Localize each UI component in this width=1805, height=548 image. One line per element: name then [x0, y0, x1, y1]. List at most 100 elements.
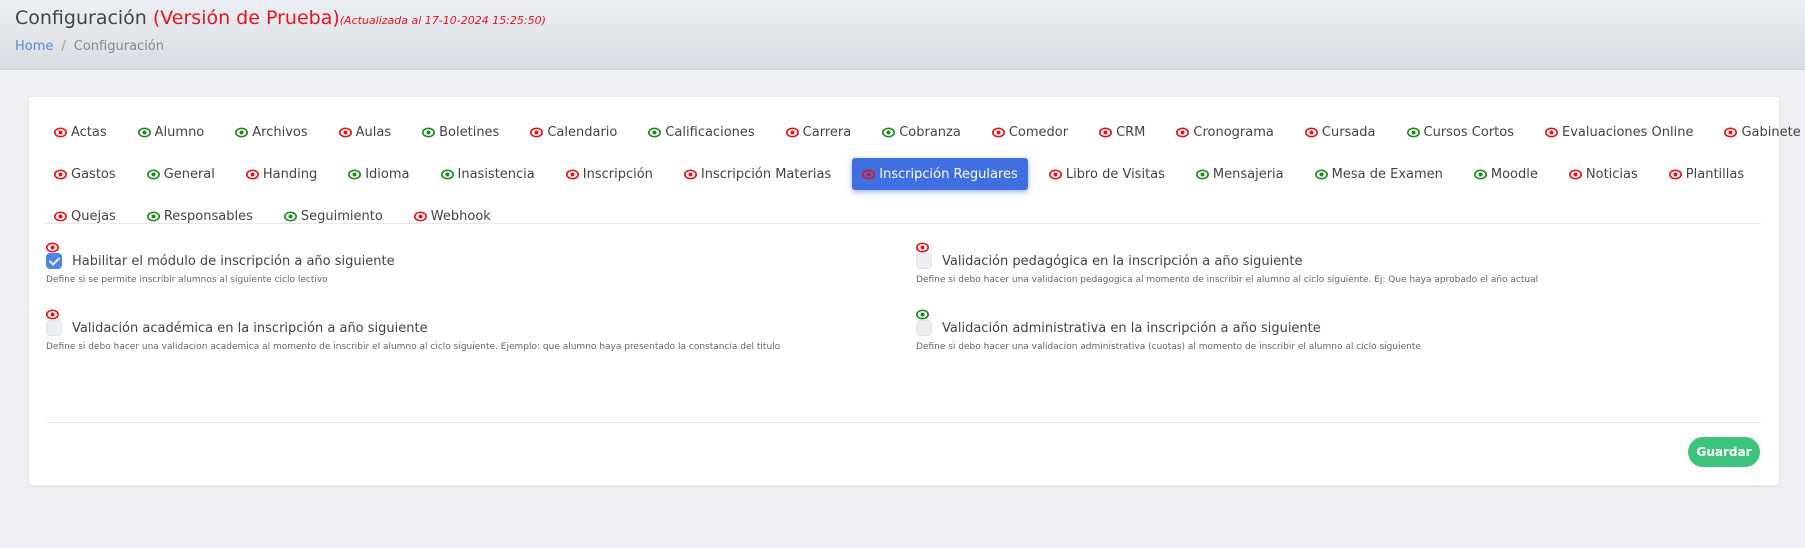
breadcrumb-separator: /	[61, 39, 66, 54]
tab-inscripcion-materias[interactable]: Inscripción Materias	[674, 158, 841, 190]
eye-icon	[1568, 168, 1582, 180]
tab-label: Carrera	[802, 124, 852, 140]
tab-plantillas[interactable]: Plantillas	[1659, 158, 1754, 190]
enable-module-checkbox[interactable]	[46, 253, 62, 269]
tab-label: Cursada	[1321, 124, 1376, 140]
check-icon	[48, 257, 60, 265]
eye-icon	[1545, 126, 1558, 138]
title-row: Configuración (Versión de Prueba)(Actuali…	[15, 7, 546, 29]
eye-icon	[45, 305, 906, 320]
tab-label: Gastos	[71, 166, 116, 182]
eye-icon	[245, 168, 259, 180]
tab-inasistencia[interactable]: Inasistencia	[431, 158, 545, 190]
tab-archivos[interactable]: Archivos	[225, 116, 317, 148]
eye-icon	[648, 126, 662, 138]
eye-icon	[235, 126, 249, 138]
eye-icon	[146, 168, 160, 180]
page-title: Configuración	[15, 7, 147, 29]
option-description: Define si debo hacer una validacion admi…	[916, 342, 1421, 352]
tab-mesa-de-examen[interactable]: Mesa de Examen	[1305, 158, 1453, 190]
tab-quejas[interactable]: Quejas	[44, 200, 126, 232]
eye-icon	[1406, 126, 1420, 138]
tab-carrera[interactable]: Carrera	[776, 116, 862, 148]
pedagogical-validation-checkbox[interactable]	[916, 253, 932, 269]
tab-label: Alumno	[154, 124, 205, 140]
tab-moodle[interactable]: Moodle	[1464, 158, 1548, 190]
tab-cursada[interactable]: Cursada	[1295, 116, 1386, 148]
tab-label: Idioma	[365, 166, 410, 182]
eye-icon	[882, 126, 896, 138]
tab-calendario[interactable]: Calendario	[520, 116, 627, 148]
eye-icon	[413, 210, 427, 222]
tab-webhook[interactable]: Webhook	[404, 200, 501, 232]
tab-noticias[interactable]: Noticias	[1559, 158, 1648, 190]
tab-cobranza[interactable]: Cobranza	[872, 116, 971, 148]
updated-label: (Actualizada al 17-10-2024 15:25:50)	[339, 14, 546, 27]
tab-responsables[interactable]: Responsables	[137, 200, 263, 232]
eye-icon	[915, 238, 1776, 253]
tab-label: Libro de Visitas	[1065, 166, 1165, 182]
tab-label: Calificaciones	[665, 124, 755, 140]
academic-validation-checkbox[interactable]	[46, 320, 62, 336]
tab-cronograma[interactable]: Cronograma	[1166, 116, 1283, 148]
tab-label: Comedor	[1008, 124, 1069, 140]
tab-inscripcion[interactable]: Inscripción	[556, 158, 663, 190]
tab-calificaciones[interactable]: Calificaciones	[638, 116, 764, 148]
eye-icon	[1314, 168, 1328, 180]
tab-label: Boletines	[439, 124, 500, 140]
eye-icon	[1304, 126, 1318, 138]
tab-label: Webhook	[430, 208, 491, 224]
tab-label: Gabinete	[1741, 124, 1801, 140]
tab-inscripcion-regulares[interactable]: Inscripción Regulares	[852, 158, 1028, 190]
option-habilitar-modulo: Habilitar el módulo de inscripción a año…	[45, 238, 906, 285]
tab-handing[interactable]: Handing	[236, 158, 327, 190]
eye-icon	[283, 210, 297, 222]
breadcrumb-home-link[interactable]: Home	[15, 39, 53, 54]
tab-label: Cronograma	[1193, 124, 1274, 140]
tab-label: Cursos Cortos	[1423, 124, 1515, 140]
tab-general[interactable]: General	[137, 158, 225, 190]
tab-label: Aulas	[355, 124, 392, 140]
tab-label: Plantillas	[1685, 166, 1745, 182]
divider-top	[45, 223, 1761, 224]
tab-seguimiento[interactable]: Seguimiento	[274, 200, 393, 232]
administrative-validation-checkbox[interactable]	[916, 320, 932, 336]
tab-actas[interactable]: Actas	[44, 116, 117, 148]
option-validacion-academica: Validación académica en la inscripción a…	[45, 305, 906, 352]
tab-label: Quejas	[71, 208, 116, 224]
tab-row-3: Quejas Responsables Seguimiento Webhook	[44, 200, 1759, 232]
divider-bottom	[45, 422, 1761, 423]
tab-label: Inscripción Regulares	[879, 166, 1018, 182]
tab-crm[interactable]: CRM	[1089, 116, 1155, 148]
tab-label: Noticias	[1585, 166, 1638, 182]
eye-icon	[1724, 126, 1738, 138]
tab-alumno[interactable]: Alumno	[128, 116, 215, 148]
tab-label: Mesa de Examen	[1331, 166, 1443, 182]
tab-gabinete[interactable]: Gabinete	[1714, 116, 1805, 148]
option-description: Define si debo hacer una validacion peda…	[916, 275, 1539, 285]
eye-icon	[1099, 126, 1113, 138]
eye-icon	[54, 168, 67, 180]
tab-mensajeria[interactable]: Mensajeria	[1186, 158, 1294, 190]
eye-icon	[862, 168, 876, 180]
tab-aulas[interactable]: Aulas	[329, 116, 401, 148]
tab-row-2: Gastos General Handing Idioma Inasistencia In…	[44, 158, 1759, 190]
eye-icon	[1048, 168, 1062, 180]
eye-icon	[991, 126, 1005, 138]
eye-icon	[45, 238, 906, 253]
tab-label: Inscripción Materias	[700, 166, 832, 182]
eye-icon	[785, 126, 799, 138]
tab-idioma[interactable]: Idioma	[338, 158, 419, 190]
tab-boletines[interactable]: Boletines	[412, 116, 509, 148]
tab-cursos-cortos[interactable]: Cursos Cortos	[1397, 116, 1525, 148]
eye-icon	[54, 126, 67, 138]
tab-label: Actas	[71, 124, 107, 140]
save-button[interactable]: Guardar	[1688, 437, 1760, 467]
tab-libro-de-visitas[interactable]: Libro de Visitas	[1039, 158, 1175, 190]
option-description: Define si debo hacer una validacion acad…	[46, 342, 781, 352]
tab-comedor[interactable]: Comedor	[982, 116, 1078, 148]
tab-evaluaciones-online[interactable]: Evaluaciones Online	[1535, 116, 1703, 148]
eye-icon	[1668, 168, 1682, 180]
tab-gastos[interactable]: Gastos	[44, 158, 126, 190]
page-header: Configuración (Versión de Prueba)(Actuali…	[0, 0, 1805, 70]
